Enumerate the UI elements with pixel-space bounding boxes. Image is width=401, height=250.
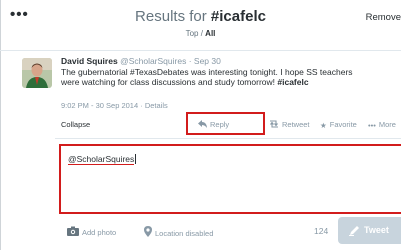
- more-dots-small-icon: •••: [368, 121, 376, 130]
- author-name[interactable]: David Squires: [61, 56, 118, 66]
- filter-all-link[interactable]: All: [205, 29, 215, 38]
- location-button[interactable]: Location disabled: [144, 226, 213, 239]
- retweet-icon: [269, 120, 279, 130]
- location-label: Location disabled: [155, 229, 214, 238]
- add-photo-button[interactable]: Add photo: [67, 226, 116, 238]
- author-handle[interactable]: @ScholarSquires: [120, 56, 186, 66]
- search-query: #icafelc: [210, 8, 266, 25]
- tweet-text-line-1: The gubernatorial #TexasDebates was inte…: [61, 67, 353, 77]
- details-link[interactable]: Details: [145, 101, 168, 110]
- reply-icon: [198, 120, 207, 130]
- tweet-timestamp: 9:02 PM - 30 Sep 2014 · Details: [61, 101, 168, 110]
- remove-search-button[interactable]: Remove: [366, 12, 401, 23]
- details-separator: ·: [138, 101, 145, 110]
- divider: [55, 138, 401, 139]
- favorite-label: Favorite: [329, 120, 357, 129]
- filter-top-link[interactable]: Top: [186, 29, 199, 38]
- more-label: More: [378, 120, 396, 129]
- camera-icon: [67, 226, 79, 238]
- collapse-link[interactable]: Collapse: [61, 120, 90, 129]
- compose-icon: [349, 226, 359, 236]
- reply-text-value: @ScholarSquires: [68, 154, 137, 165]
- location-pin-icon: [144, 226, 152, 239]
- reply-button[interactable]: Reply: [186, 112, 265, 135]
- tweet-button-label: Tweet: [364, 225, 389, 235]
- retweet-button[interactable]: Retweet: [269, 120, 310, 130]
- search-header: ••• Results for #icafelc Top / All Remov…: [0, 0, 401, 51]
- timestamp-text[interactable]: 9:02 PM - 30 Sep 2014: [61, 101, 138, 110]
- text-caret: [135, 154, 137, 164]
- reply-textarea[interactable]: @ScholarSquires: [59, 144, 401, 214]
- tweet-date[interactable]: Sep 30: [194, 56, 221, 66]
- date-separator: ·: [186, 56, 194, 66]
- retweet-label: Retweet: [282, 120, 310, 129]
- tweet-text: The gubernatorial #TexasDebates was inte…: [61, 67, 401, 87]
- character-counter: 124: [314, 226, 329, 236]
- tweet-button[interactable]: Tweet: [338, 217, 401, 244]
- results-filter: Top / All: [0, 29, 401, 38]
- title-prefix: Results for: [135, 8, 211, 25]
- reply-label: Reply: [210, 120, 230, 129]
- avatar[interactable]: [22, 58, 52, 88]
- more-button[interactable]: ••• More: [368, 120, 396, 130]
- tweet-text-line-2: were watching for class discussions and …: [61, 77, 401, 87]
- mention-text: @ScholarSquires: [68, 154, 135, 165]
- tweet-text-line-2-prefix: were watching for class discussions and …: [61, 77, 278, 87]
- favorite-button[interactable]: ★ Favorite: [320, 120, 357, 130]
- star-icon: ★: [320, 121, 327, 130]
- hashtag-link[interactable]: #icafelc: [277, 77, 308, 87]
- tweet-author: David Squires @ScholarSquires · Sep 30: [61, 56, 221, 66]
- add-photo-label: Add photo: [82, 228, 117, 237]
- page-title: Results for #icafelc: [0, 8, 401, 25]
